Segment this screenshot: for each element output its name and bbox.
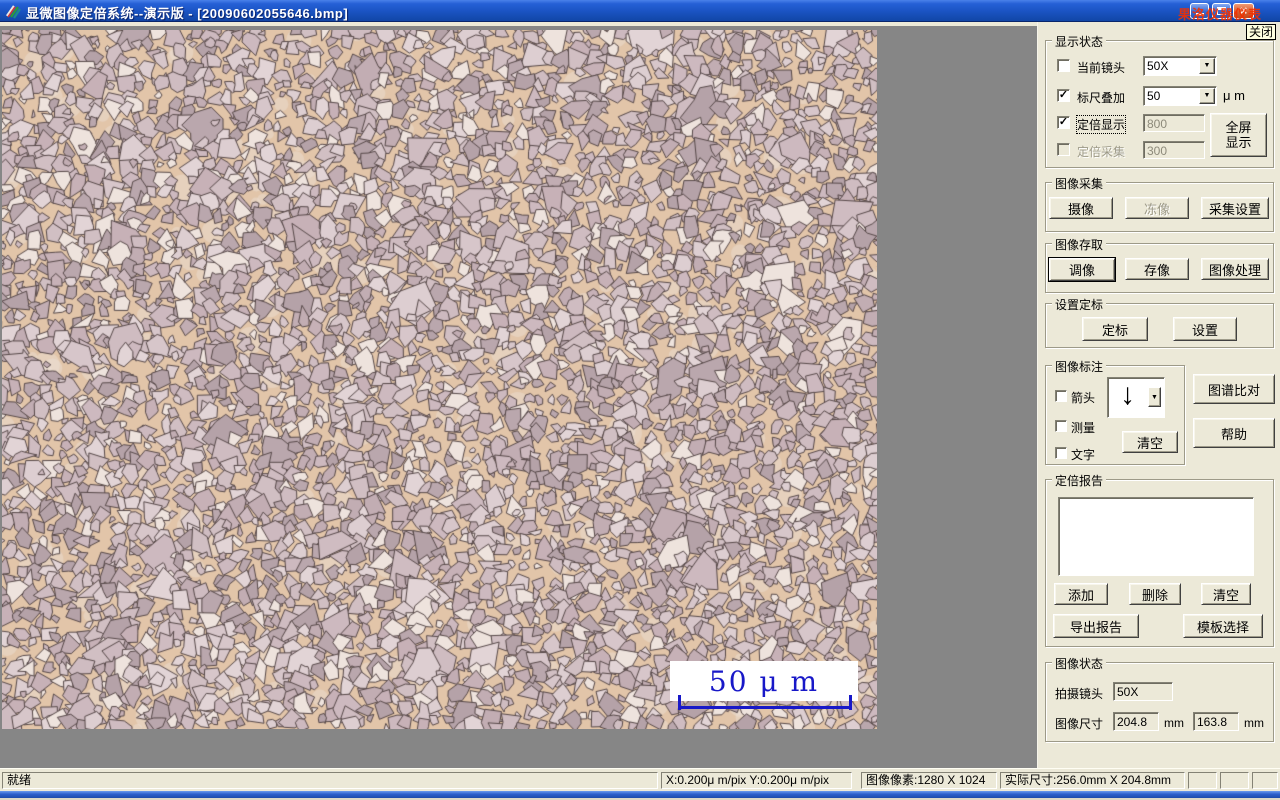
fixed-display-input: 800 — [1143, 114, 1205, 132]
report-listbox[interactable] — [1058, 497, 1254, 576]
current-lens-combo[interactable]: 50X ▼ — [1143, 56, 1217, 76]
fullscreen-button-line2: 显示 — [1225, 135, 1252, 150]
text-annotation-label: 文字 — [1071, 448, 1096, 462]
measure-annotation-checkbox[interactable] — [1055, 420, 1067, 432]
image-process-button[interactable]: 图像处理 — [1201, 258, 1269, 280]
ruler-overlay-label: 标尺叠加 — [1077, 91, 1126, 105]
image-viewport: 50 μ m — [0, 26, 1037, 768]
image-width-value: 204.8 — [1113, 712, 1159, 731]
fixed-display-label: 定倍显示 — [1075, 115, 1127, 134]
window-bottom-border — [0, 791, 1280, 798]
fixed-capture-label: 定倍采集 — [1077, 145, 1126, 159]
export-report-button[interactable]: 导出报告 — [1053, 614, 1139, 638]
image-height-unit: mm — [1244, 716, 1264, 730]
calibrate-button[interactable]: 定标 — [1082, 317, 1148, 341]
calibration-setup-button[interactable]: 设置 — [1173, 317, 1237, 341]
current-lens-combo-arrow-icon[interactable]: ▼ — [1199, 58, 1215, 74]
arrow-style-combo[interactable]: ↓ ▼ — [1107, 377, 1165, 418]
report-clear-button[interactable]: 清空 — [1201, 583, 1251, 605]
freeze-button: 冻像 — [1125, 197, 1189, 219]
fixed-display-checkbox[interactable]: ✓ — [1057, 116, 1070, 129]
control-panel: 显示状态 当前镜头 50X ▼ ✓ 标尺叠加 50 ▼ μ m ✓ 定倍显示 8… — [1037, 22, 1280, 768]
fixed-capture-input: 300 — [1143, 141, 1205, 159]
vendor-watermark: 果洛仪器仪表 — [1177, 7, 1262, 22]
window-title: 显微图像定倍系统--演示版 - [20090602055646.bmp] — [26, 6, 349, 21]
status-pixel-scale: X:0.200μ m/pix Y:0.200μ m/pix — [661, 772, 852, 789]
arrow-style-combo-arrow-icon[interactable]: ▼ — [1148, 387, 1161, 407]
app-logo-icon — [6, 5, 21, 19]
group-report-title: 定倍报告 — [1052, 472, 1107, 489]
arrow-annotation-label: 箭头 — [1071, 391, 1096, 405]
arrow-style-icon: ↓ — [1120, 378, 1135, 411]
report-add-button[interactable]: 添加 — [1054, 583, 1108, 605]
help-button[interactable]: 帮助 — [1193, 418, 1275, 448]
ruler-size-combo-arrow-icon[interactable]: ▼ — [1199, 88, 1215, 104]
shot-lens-label: 拍摄镜头 — [1055, 687, 1104, 701]
titlebar: 显微图像定倍系统--演示版 - [20090602055646.bmp] × 果… — [0, 0, 1280, 22]
load-image-button[interactable]: 调像 — [1048, 257, 1116, 282]
group-calibration: 设置 定标 — [1045, 296, 1274, 348]
scale-bar: 50 μ m — [670, 661, 858, 701]
group-storage-title: 图像存取 — [1052, 236, 1107, 253]
text-annotation-checkbox[interactable] — [1055, 447, 1067, 459]
group-calibration-title: 设置定标 — [1052, 296, 1107, 313]
report-delete-button[interactable]: 删除 — [1129, 583, 1181, 605]
image-size-label: 图像尺寸 — [1055, 717, 1104, 731]
status-empty-1 — [1188, 772, 1217, 789]
group-image-status-title: 图像状态 — [1052, 655, 1107, 672]
image-height-value: 163.8 — [1193, 712, 1239, 731]
scale-bar-line — [678, 706, 852, 709]
status-ready: 就绪 — [2, 772, 658, 789]
measure-annotation-label: 测量 — [1071, 421, 1096, 435]
ruler-size-combo[interactable]: 50 ▼ — [1143, 86, 1217, 106]
status-empty-2 — [1220, 772, 1249, 789]
current-lens-value: 50X — [1147, 59, 1169, 73]
status-bar: 就绪 X:0.200μ m/pix Y:0.200μ m/pix 图像像素:12… — [0, 768, 1280, 791]
image-width-unit: mm — [1164, 716, 1184, 730]
micrograph-image[interactable] — [2, 30, 877, 729]
close-tooltip: 关闭 — [1246, 24, 1277, 40]
atlas-compare-button[interactable]: 图谱比对 — [1193, 374, 1275, 404]
group-annotation-title: 图像标注 — [1052, 358, 1107, 375]
fullscreen-button-line1: 全屏 — [1225, 120, 1252, 135]
current-lens-checkbox[interactable] — [1057, 59, 1070, 72]
clear-annotation-button[interactable]: 清空 — [1122, 431, 1178, 453]
ruler-unit-label: μ m — [1223, 88, 1245, 103]
capture-settings-button[interactable]: 采集设置 — [1201, 197, 1269, 219]
template-select-button[interactable]: 模板选择 — [1183, 614, 1263, 638]
status-actual-size: 实际尺寸:256.0mm X 204.8mm — [1000, 772, 1185, 789]
ruler-size-value: 50 — [1147, 89, 1161, 103]
fullscreen-button[interactable]: 全屏 显示 — [1210, 113, 1267, 157]
status-image-pixels: 图像像素:1280 X 1024 — [861, 772, 997, 789]
shoot-button[interactable]: 摄像 — [1049, 197, 1113, 219]
arrow-annotation-checkbox[interactable] — [1055, 390, 1067, 402]
ruler-overlay-checkbox[interactable]: ✓ — [1057, 89, 1070, 102]
fixed-capture-checkbox — [1057, 143, 1070, 156]
group-display-status-title: 显示状态 — [1052, 33, 1107, 50]
save-image-button[interactable]: 存像 — [1125, 258, 1189, 280]
status-empty-3 — [1252, 772, 1278, 789]
current-lens-label: 当前镜头 — [1077, 61, 1126, 75]
shot-lens-value: 50X — [1113, 682, 1173, 701]
group-capture-title: 图像采集 — [1052, 175, 1107, 192]
scale-bar-label: 50 μ m — [708, 664, 820, 698]
